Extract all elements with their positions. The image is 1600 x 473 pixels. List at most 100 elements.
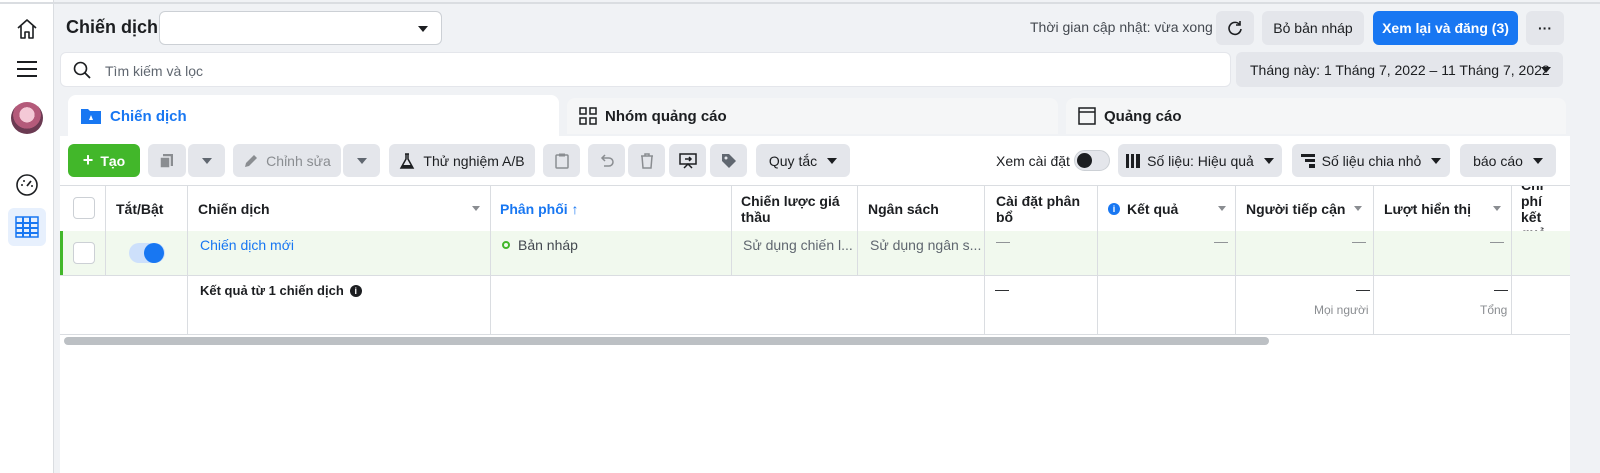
edit-button[interactable]: Chỉnh sửa xyxy=(233,144,341,177)
column-header-cost-per-result[interactable]: Chi phí kết quả xyxy=(1521,186,1566,231)
search-icon xyxy=(73,61,91,79)
metrics-label: Số liệu: Hiệu quả xyxy=(1147,152,1254,169)
attribution-value: — xyxy=(996,233,1010,249)
undo-icon xyxy=(600,153,614,167)
page-title: Chiến dịch xyxy=(66,17,159,37)
table-bottom-border xyxy=(60,334,1570,335)
undo-button[interactable] xyxy=(588,144,625,177)
column-divider xyxy=(105,186,106,231)
folder-icon xyxy=(81,109,101,124)
reach-value: — xyxy=(1352,233,1366,249)
avatar[interactable] xyxy=(11,102,43,134)
menu-icon[interactable] xyxy=(8,50,46,88)
tag-button[interactable] xyxy=(710,144,747,177)
row-checkbox[interactable] xyxy=(73,242,95,264)
delivery-status-label: Bản nháp xyxy=(518,237,578,253)
impressions-value: — xyxy=(1490,233,1504,249)
view-settings-toggle[interactable] xyxy=(1074,150,1110,171)
column-header-label: Chiến dịch xyxy=(198,200,270,217)
summary-reach-note: Mọi người xyxy=(1314,303,1369,317)
chevron-down-icon xyxy=(827,157,838,164)
breakdown-icon xyxy=(1300,153,1315,168)
column-header-campaign[interactable]: Chiến dịch xyxy=(198,186,490,231)
dashboard-gauge-icon[interactable] xyxy=(8,166,46,204)
column-divider xyxy=(490,231,491,275)
sort-caret-icon xyxy=(1493,206,1501,211)
chevron-down-icon xyxy=(1431,157,1442,164)
duplicate-button[interactable] xyxy=(148,144,186,177)
budget-value: Sử dụng ngân s... xyxy=(870,237,982,253)
horizontal-scrollbar[interactable] xyxy=(64,337,1269,345)
sort-caret-icon xyxy=(1218,206,1226,211)
chevron-down-icon xyxy=(201,157,212,164)
campaign-select[interactable] xyxy=(159,11,442,45)
summary-attribution-value: — xyxy=(995,281,1009,297)
refresh-button[interactable] xyxy=(1216,11,1254,45)
tab-ad-sets[interactable]: Nhóm quảng cáo xyxy=(567,98,1058,134)
create-button[interactable]: + Tạo xyxy=(68,144,140,177)
discard-draft-button[interactable]: Bỏ bản nháp xyxy=(1262,11,1364,45)
update-time-text: Thời gian cập nhật: vừa xong xyxy=(1030,19,1213,35)
chevron-down-icon xyxy=(1263,157,1274,164)
column-divider xyxy=(1373,231,1374,275)
rules-dropdown[interactable]: Quy tắc xyxy=(756,144,850,177)
pencil-icon xyxy=(245,154,258,167)
chevron-down-icon xyxy=(1532,157,1543,164)
column-divider xyxy=(857,231,858,275)
summary-row: Kết quả từ 1 chiến dịch i xyxy=(200,283,362,298)
column-header-reach[interactable]: Người tiếp cận xyxy=(1246,186,1372,231)
view-settings-label: Xem cài đặt xyxy=(996,153,1070,169)
left-rail xyxy=(0,0,54,473)
tab-ads[interactable]: Quảng cáo xyxy=(1066,98,1566,134)
columns-icon xyxy=(1126,153,1141,168)
breakdown-dropdown[interactable]: Số liệu chia nhỏ xyxy=(1292,144,1450,177)
more-button[interactable]: ··· xyxy=(1526,11,1564,45)
chevron-down-icon xyxy=(356,157,367,164)
summary-label: Kết quả từ 1 chiến dịch xyxy=(200,283,344,298)
edit-label: Chỉnh sửa xyxy=(266,152,331,169)
export-button[interactable] xyxy=(669,144,706,177)
draft-status-dot-icon xyxy=(502,241,510,249)
clipboard-button[interactable] xyxy=(543,144,580,177)
column-header-results[interactable]: i Kết quả xyxy=(1108,186,1236,231)
tab-label: Quảng cáo xyxy=(1104,107,1182,125)
rules-label: Quy tắc xyxy=(768,152,818,169)
info-icon: i xyxy=(349,284,362,297)
tab-label: Chiến dịch xyxy=(110,107,187,125)
delete-button[interactable] xyxy=(628,144,665,177)
column-divider xyxy=(731,231,732,275)
ab-test-button[interactable]: Thử nghiệm A/B xyxy=(389,144,535,177)
column-divider xyxy=(984,231,985,275)
chevron-down-icon xyxy=(1541,67,1551,73)
column-header-attribution[interactable]: Cài đặt phân bổ xyxy=(996,186,1092,231)
ab-test-label: Thử nghiệm A/B xyxy=(423,152,525,169)
ads-table-icon[interactable] xyxy=(8,208,46,246)
edit-dropdown[interactable] xyxy=(343,144,380,177)
column-header-budget[interactable]: Ngân sách xyxy=(868,186,978,231)
home-icon[interactable] xyxy=(8,10,46,48)
report-dropdown[interactable]: báo cáo xyxy=(1460,144,1556,177)
duplicate-dropdown[interactable] xyxy=(188,144,225,177)
tab-campaigns[interactable]: Chiến dịch xyxy=(68,95,559,137)
date-range-picker[interactable]: Tháng này: 1 Tháng 7, 2022 – 11 Tháng 7,… xyxy=(1236,52,1563,87)
campaign-on-off-switch[interactable] xyxy=(129,243,165,263)
column-header-bid-strategy[interactable]: Chiến lược giá thầu xyxy=(741,186,851,231)
search-placeholder: Tìm kiếm và lọc xyxy=(105,63,204,79)
column-divider xyxy=(1097,231,1098,275)
column-header-toggle[interactable]: Tắt/Bật xyxy=(116,186,186,231)
select-all-checkbox[interactable] xyxy=(73,197,95,219)
column-header-impressions[interactable]: Lượt hiển thị xyxy=(1384,186,1511,231)
search-input[interactable]: Tìm kiếm và lọc xyxy=(60,52,1231,87)
date-range-label: Tháng này: 1 Tháng 7, 2022 – 11 Tháng 7,… xyxy=(1250,62,1550,78)
sort-caret-icon xyxy=(472,206,480,211)
column-header-delivery[interactable]: Phân phối ↑ xyxy=(500,186,730,231)
plus-icon: + xyxy=(82,150,94,170)
summary-impressions-note: Tổng xyxy=(1480,303,1508,317)
flask-icon xyxy=(400,152,415,169)
clipboard-icon xyxy=(554,153,569,169)
campaign-name-link[interactable]: Chiến dịch mới xyxy=(200,237,294,253)
column-divider xyxy=(1235,231,1236,275)
column-divider xyxy=(105,231,106,275)
review-publish-button[interactable]: Xem lại và đăng (3) xyxy=(1373,11,1518,45)
metrics-dropdown[interactable]: Số liệu: Hiệu quả xyxy=(1118,144,1282,177)
